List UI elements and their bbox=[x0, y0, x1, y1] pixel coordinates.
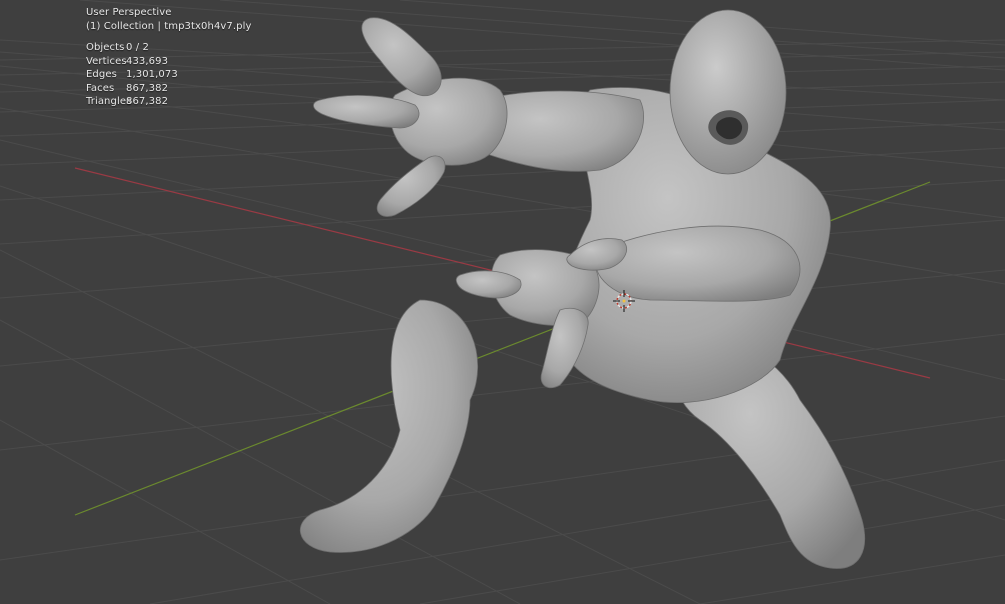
stat-label: Faces bbox=[86, 82, 115, 94]
stat-faces: Faces 867,382 bbox=[86, 82, 252, 96]
stat-value: 867,382 bbox=[126, 96, 169, 107]
3d-model-head bbox=[669, 9, 787, 175]
stat-value: 0 / 2 bbox=[126, 42, 149, 53]
collection-info: (1) Collection | tmp3tx0h4v7.ply bbox=[86, 20, 252, 32]
stat-triangles: Triangles 867,382 bbox=[86, 95, 252, 109]
stat-value: 867,382 bbox=[126, 82, 169, 94]
stat-objects: Objects 0 / 2 bbox=[86, 41, 252, 55]
stat-vertices: Vertices 433,693 bbox=[86, 55, 252, 69]
stat-edges: Edges 1,301,073 bbox=[86, 68, 252, 82]
stat-label: Vertices bbox=[86, 55, 127, 67]
stat-label: Triangles bbox=[86, 96, 132, 107]
3d-viewport[interactable]: User Perspective (1) Collection | tmp3tx… bbox=[0, 0, 1005, 604]
stat-value: 433,693 bbox=[126, 55, 169, 67]
stat-value: 1,301,073 bbox=[126, 69, 178, 80]
stat-label: Edges bbox=[86, 69, 117, 80]
scene-statistics: Objects 0 / 2 Vertices 433,693 Edges 1,3… bbox=[86, 41, 252, 109]
view-name: User Perspective bbox=[86, 7, 172, 18]
viewport-info-overlay: User Perspective (1) Collection | tmp3tx… bbox=[86, 6, 252, 109]
stat-label: Objects bbox=[86, 42, 125, 53]
